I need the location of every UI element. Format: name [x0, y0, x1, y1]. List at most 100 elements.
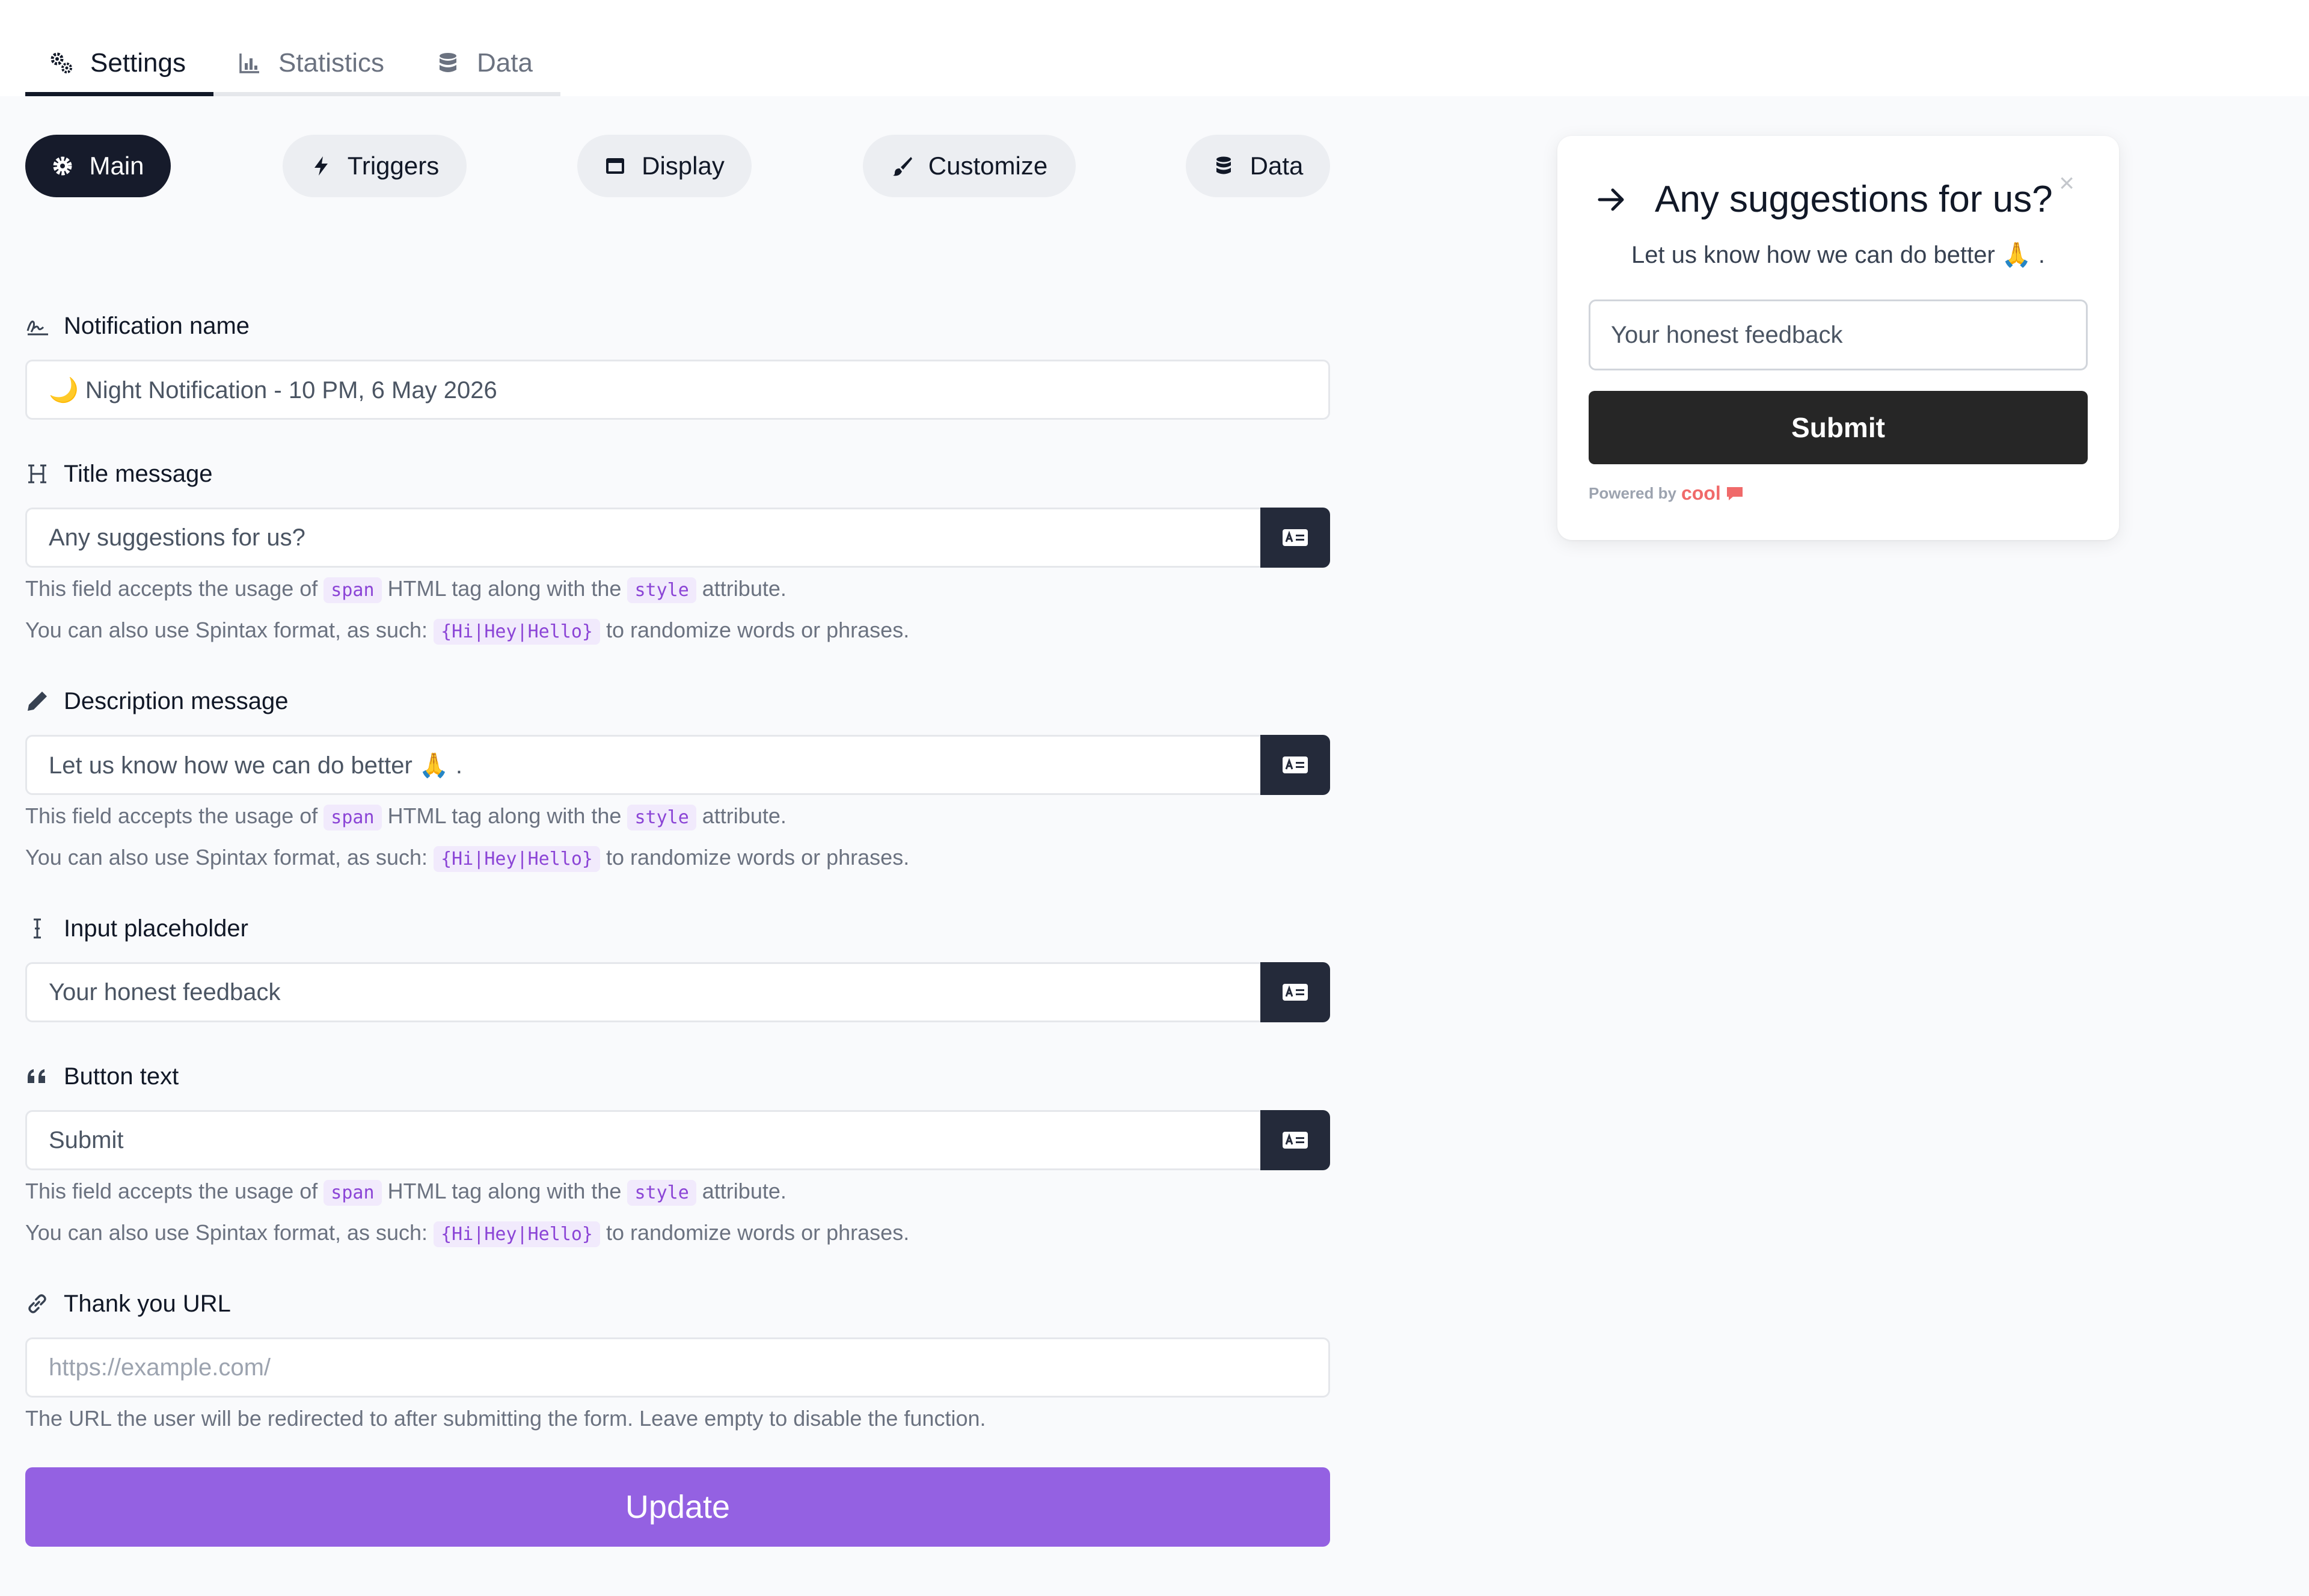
pill-main[interactable]: Main	[25, 135, 171, 197]
input-placeholder-label-text: Input placeholder	[64, 915, 248, 942]
title-message-input[interactable]: Any suggestions for us?	[25, 508, 1260, 568]
description-help-line-1: This field accepts the usage of span HTM…	[25, 796, 1330, 838]
help-text: This field accepts the usage of	[25, 576, 318, 601]
tab-settings[interactable]: Settings	[25, 34, 213, 96]
help-text: HTML tag along with the	[387, 576, 622, 601]
tab-statistics[interactable]: Statistics	[213, 34, 412, 92]
thank-you-url-input[interactable]: https://example.com/	[25, 1337, 1330, 1398]
pencil-icon	[28, 692, 47, 711]
help-text: attribute.	[702, 1179, 787, 1203]
help-text: attribute.	[702, 576, 787, 601]
description-help-line-2: You can also use Spintax format, as such…	[25, 838, 1330, 879]
help-text: attribute.	[702, 803, 787, 828]
emoji-picker-button[interactable]	[1260, 735, 1330, 795]
gears-icon	[51, 52, 72, 73]
bolt-icon	[314, 156, 328, 176]
button-text-label: Button text	[25, 1058, 1330, 1094]
tab-statistics-label: Statistics	[278, 48, 385, 78]
code-span: span	[324, 1180, 382, 1206]
pill-customize-label: Customize	[928, 152, 1048, 180]
help-text: This field accepts the usage of	[25, 803, 318, 828]
code-style: style	[627, 1180, 696, 1206]
section-pills: Main Triggers Display Customize Data	[25, 135, 1330, 197]
pill-display-label: Display	[642, 152, 725, 180]
pill-data-label: Data	[1250, 152, 1304, 180]
quote-icon	[28, 1069, 45, 1083]
title-message-label-text: Title message	[64, 460, 213, 487]
title-message-label: Title message	[25, 456, 1330, 492]
pill-data[interactable]: Data	[1186, 135, 1330, 197]
close-icon[interactable]: ×	[2059, 168, 2074, 198]
brand-logo: cool	[1681, 482, 1721, 504]
field-notification-name: Notification name 🌙 Night Notification -…	[25, 308, 1330, 420]
code-spintax: {Hi|Hey|Hello}	[434, 619, 600, 645]
help-text: You can also use Spintax format, as such…	[25, 618, 428, 642]
pill-main-label: Main	[89, 152, 144, 180]
code-style: style	[627, 577, 696, 603]
help-text: to randomize words or phrases.	[606, 618, 910, 642]
signature-icon	[26, 321, 48, 336]
help-text: to randomize words or phrases.	[606, 845, 910, 870]
main-tabs: Settings Statistics Data	[25, 34, 560, 96]
preview-title: Any suggestions for us?	[1596, 178, 2053, 221]
thank-you-url-label: Thank you URL	[25, 1286, 1330, 1322]
database-icon	[1216, 156, 1231, 174]
input-placeholder-label: Input placeholder	[25, 910, 1330, 947]
gear-icon	[53, 156, 72, 176]
button-help-line-2: You can also use Spintax format, as such…	[25, 1213, 1330, 1254]
code-spintax: {Hi|Hey|Hello}	[434, 846, 600, 872]
notification-preview: × Any suggestions for us? Let us know ho…	[1557, 136, 2119, 540]
top-bar: Settings Statistics Data	[0, 0, 2309, 96]
field-input-placeholder: Input placeholder Your honest feedback	[25, 910, 1330, 1022]
code-span: span	[324, 577, 382, 603]
input-placeholder-input[interactable]: Your honest feedback	[25, 962, 1260, 1022]
heading-icon	[28, 464, 46, 483]
preview-title-text: Any suggestions for us?	[1655, 179, 2053, 220]
arrow-right-icon	[1598, 188, 1624, 210]
emoji-keyboard-icon	[1283, 529, 1308, 546]
button-text-label-text: Button text	[64, 1063, 179, 1090]
paintbrush-icon	[892, 157, 912, 176]
title-help-line-1: This field accepts the usage of span HTM…	[25, 569, 1330, 610]
help-text: to randomize words or phrases.	[606, 1220, 910, 1245]
emoji-picker-button[interactable]	[1260, 508, 1330, 568]
window-icon	[606, 158, 625, 174]
description-message-input[interactable]: Let us know how we can do better 🙏 .	[25, 735, 1260, 795]
code-spintax: {Hi|Hey|Hello}	[434, 1221, 600, 1247]
title-help-line-2: You can also use Spintax format, as such…	[25, 610, 1330, 652]
help-text: You can also use Spintax format, as such…	[25, 1220, 428, 1245]
emoji-picker-button[interactable]	[1260, 1110, 1330, 1170]
chart-icon	[239, 53, 259, 73]
pill-triggers[interactable]: Triggers	[283, 135, 467, 197]
text-cursor-icon	[34, 918, 41, 939]
pill-triggers-label: Triggers	[347, 152, 440, 180]
preview-description: Let us know how we can do better 🙏 .	[1631, 242, 2045, 268]
code-span: span	[324, 805, 382, 830]
description-message-label: Description message	[25, 683, 1330, 719]
powered-by-text: Powered by	[1589, 484, 1676, 502]
notification-name-label-text: Notification name	[64, 312, 250, 339]
chat-bubble-icon	[1726, 486, 1743, 500]
emoji-picker-button[interactable]	[1260, 962, 1330, 1022]
field-button-text: Button text Submit This field accepts th…	[25, 1058, 1330, 1254]
pill-display[interactable]: Display	[577, 135, 752, 197]
thank-you-url-label-text: Thank you URL	[64, 1290, 231, 1317]
pill-customize[interactable]: Customize	[863, 135, 1076, 197]
help-text: HTML tag along with the	[387, 1179, 622, 1203]
update-button[interactable]: Update	[25, 1467, 1330, 1547]
notification-name-label: Notification name	[25, 308, 1330, 344]
button-text-input[interactable]: Submit	[25, 1110, 1260, 1170]
preview-submit-button[interactable]: Submit	[1589, 391, 2088, 464]
field-title-message: Title message Any suggestions for us? Th…	[25, 456, 1330, 652]
tab-data[interactable]: Data	[412, 34, 560, 92]
help-text: You can also use Spintax format, as such…	[25, 845, 428, 870]
powered-by[interactable]: Powered by cool	[1589, 482, 1744, 505]
thank-you-url-help: The URL the user will be redirected to a…	[25, 1406, 986, 1431]
help-text: HTML tag along with the	[387, 803, 622, 828]
notification-name-input[interactable]: 🌙 Night Notification - 10 PM, 6 May 2026	[25, 360, 1330, 420]
help-text: This field accepts the usage of	[25, 1179, 318, 1203]
button-help-line-1: This field accepts the usage of span HTM…	[25, 1171, 1330, 1213]
field-thank-you-url: Thank you URL https://example.com/ The U…	[25, 1286, 1330, 1438]
emoji-keyboard-icon	[1283, 1132, 1308, 1149]
preview-feedback-input[interactable]: Your honest feedback	[1589, 299, 2088, 370]
